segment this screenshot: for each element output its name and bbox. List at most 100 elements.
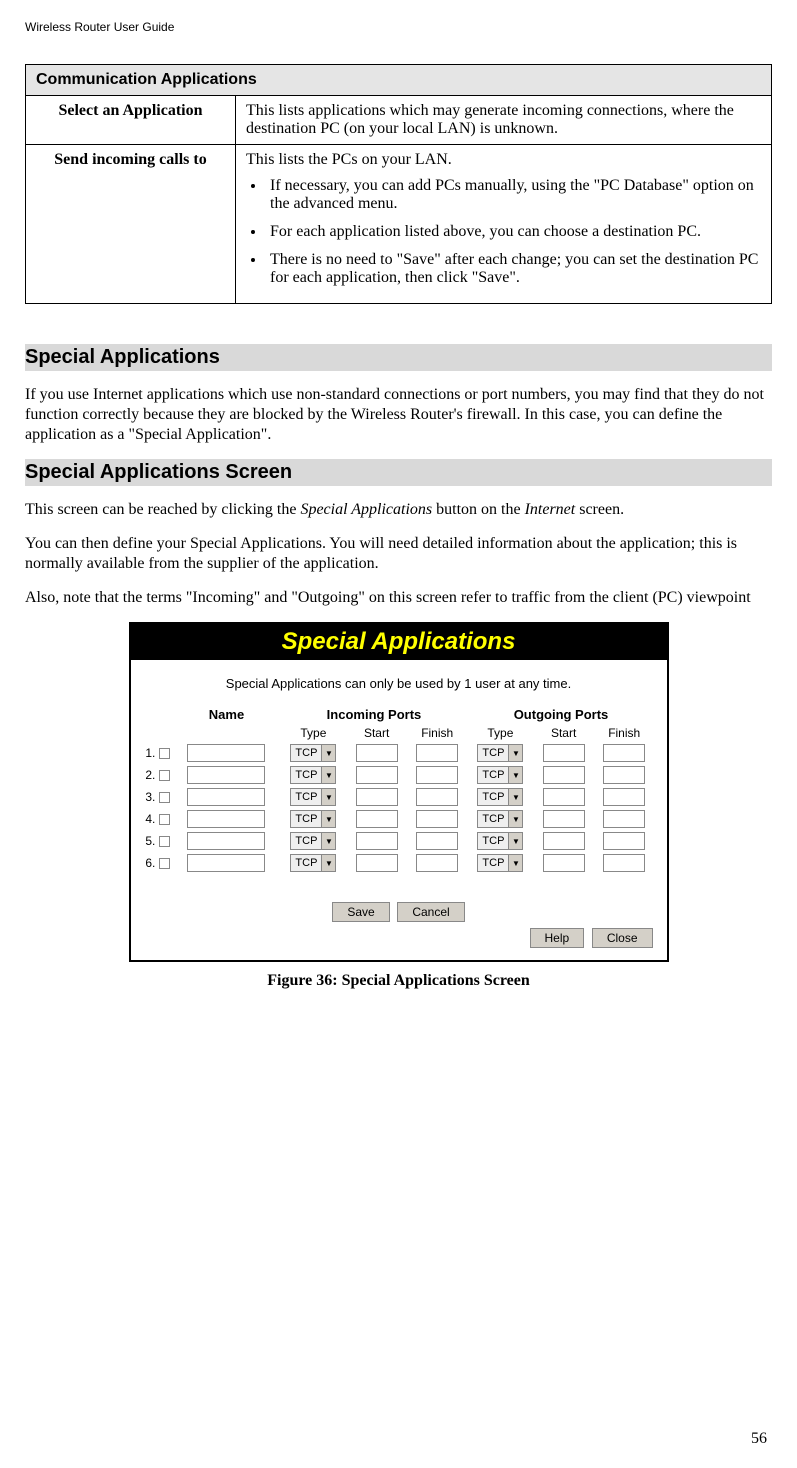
name-input[interactable] — [187, 766, 265, 784]
blank-header — [143, 705, 173, 724]
incoming-start-input[interactable] — [356, 788, 398, 806]
chevron-down-icon: ▼ — [508, 745, 522, 761]
in-start-header: Start — [346, 724, 407, 742]
incoming-start-input[interactable] — [356, 810, 398, 828]
section-title-special-applications-screen: Special Applications Screen — [25, 459, 772, 486]
row-num-4: 4. — [145, 812, 155, 826]
incoming-type-dropdown[interactable]: TCP▼ — [290, 810, 336, 828]
outgoing-type-dropdown[interactable]: TCP▼ — [477, 832, 523, 850]
send-incoming-intro: This lists the PCs on your LAN. — [246, 151, 452, 168]
row-body-select-application: This lists applications which may genera… — [236, 96, 772, 145]
row-num-3: 3. — [145, 790, 155, 804]
incoming-start-input[interactable] — [356, 766, 398, 784]
row-checkbox[interactable] — [159, 836, 170, 847]
in-type-header: Type — [280, 724, 346, 742]
outgoing-start-input[interactable] — [543, 832, 585, 850]
incoming-finish-input[interactable] — [416, 788, 458, 806]
name-input[interactable] — [187, 832, 265, 850]
outgoing-start-input[interactable] — [543, 766, 585, 784]
blank-sub-name — [173, 724, 281, 742]
row-num-5: 5. — [145, 834, 155, 848]
section2-paragraph2: You can then define your Special Applica… — [25, 534, 772, 574]
figure-caption: Figure 36: Special Applications Screen — [25, 972, 772, 990]
outgoing-start-input[interactable] — [543, 744, 585, 762]
dropdown-value: TCP — [478, 769, 508, 781]
page-header: Wireless Router User Guide — [25, 20, 772, 34]
chevron-down-icon: ▼ — [508, 833, 522, 849]
row-checkbox[interactable] — [159, 858, 170, 869]
table-row: 3. TCP▼ TCP▼ — [143, 786, 655, 808]
dropdown-value: TCP — [291, 769, 321, 781]
incoming-finish-input[interactable] — [416, 766, 458, 784]
outgoing-type-dropdown[interactable]: TCP▼ — [477, 810, 523, 828]
bullet-2: For each application listed above, you c… — [266, 223, 761, 241]
outgoing-finish-input[interactable] — [603, 832, 645, 850]
incoming-finish-input[interactable] — [416, 810, 458, 828]
name-input[interactable] — [187, 810, 265, 828]
row-number: 4. — [143, 808, 173, 830]
row-checkbox[interactable] — [159, 770, 170, 781]
incoming-finish-input[interactable] — [416, 854, 458, 872]
outgoing-finish-input[interactable] — [603, 744, 645, 762]
outgoing-type-dropdown[interactable]: TCP▼ — [477, 766, 523, 784]
row-checkbox[interactable] — [159, 814, 170, 825]
incoming-start-input[interactable] — [356, 832, 398, 850]
outgoing-type-dropdown[interactable]: TCP▼ — [477, 744, 523, 762]
row-number: 1. — [143, 742, 173, 764]
chevron-down-icon: ▼ — [321, 767, 335, 783]
outgoing-finish-input[interactable] — [603, 766, 645, 784]
incoming-type-dropdown[interactable]: TCP▼ — [290, 832, 336, 850]
chevron-down-icon: ▼ — [321, 833, 335, 849]
row-num-2: 2. — [145, 768, 155, 782]
p1-em2: Internet — [525, 501, 576, 518]
in-finish-header: Finish — [407, 724, 468, 742]
outgoing-start-input[interactable] — [543, 854, 585, 872]
dropdown-value: TCP — [291, 747, 321, 759]
name-input[interactable] — [187, 854, 265, 872]
row-checkbox[interactable] — [159, 748, 170, 759]
dropdown-value: TCP — [291, 791, 321, 803]
chevron-down-icon: ▼ — [321, 855, 335, 871]
dropdown-value: TCP — [478, 835, 508, 847]
outgoing-finish-input[interactable] — [603, 810, 645, 828]
row-label-send-incoming: Send incoming calls to — [26, 145, 236, 304]
incoming-type-dropdown[interactable]: TCP▼ — [290, 854, 336, 872]
incoming-finish-input[interactable] — [416, 832, 458, 850]
figure-wrap: Special Applications Special Application… — [25, 622, 772, 990]
close-button[interactable]: Close — [592, 928, 653, 948]
p1-pre: This screen can be reached by clicking t… — [25, 501, 300, 518]
incoming-finish-input[interactable] — [416, 744, 458, 762]
table-row: 5. TCP▼ TCP▼ — [143, 830, 655, 852]
name-input[interactable] — [187, 744, 265, 762]
outgoing-start-input[interactable] — [543, 788, 585, 806]
outgoing-finish-input[interactable] — [603, 854, 645, 872]
incoming-type-dropdown[interactable]: TCP▼ — [290, 788, 336, 806]
row-num-6: 6. — [145, 856, 155, 870]
outgoing-type-dropdown[interactable]: TCP▼ — [477, 788, 523, 806]
row-number: 5. — [143, 830, 173, 852]
out-finish-header: Finish — [594, 724, 655, 742]
send-incoming-bullets: If necessary, you can add PCs manually, … — [246, 177, 761, 287]
help-button[interactable]: Help — [530, 928, 585, 948]
cancel-button[interactable]: Cancel — [397, 902, 464, 922]
incoming-type-dropdown[interactable]: TCP▼ — [290, 766, 336, 784]
window-title: Special Applications — [131, 624, 667, 660]
name-input[interactable] — [187, 788, 265, 806]
dropdown-value: TCP — [478, 747, 508, 759]
incoming-type-dropdown[interactable]: TCP▼ — [290, 744, 336, 762]
row-checkbox[interactable] — [159, 792, 170, 803]
incoming-start-input[interactable] — [356, 854, 398, 872]
save-button[interactable]: Save — [332, 902, 389, 922]
outgoing-start-input[interactable] — [543, 810, 585, 828]
row-number: 3. — [143, 786, 173, 808]
ports-header-sub: Type Start Finish Type Start Finish — [143, 724, 655, 742]
chevron-down-icon: ▼ — [321, 745, 335, 761]
incoming-start-input[interactable] — [356, 744, 398, 762]
page-number: 56 — [751, 1430, 767, 1448]
name-header: Name — [173, 705, 281, 724]
section-title-special-applications: Special Applications — [25, 344, 772, 371]
row-body-send-incoming: This lists the PCs on your LAN. If neces… — [236, 145, 772, 304]
outgoing-type-dropdown[interactable]: TCP▼ — [477, 854, 523, 872]
ports-table: Name Incoming Ports Outgoing Ports Type … — [143, 705, 655, 874]
outgoing-finish-input[interactable] — [603, 788, 645, 806]
